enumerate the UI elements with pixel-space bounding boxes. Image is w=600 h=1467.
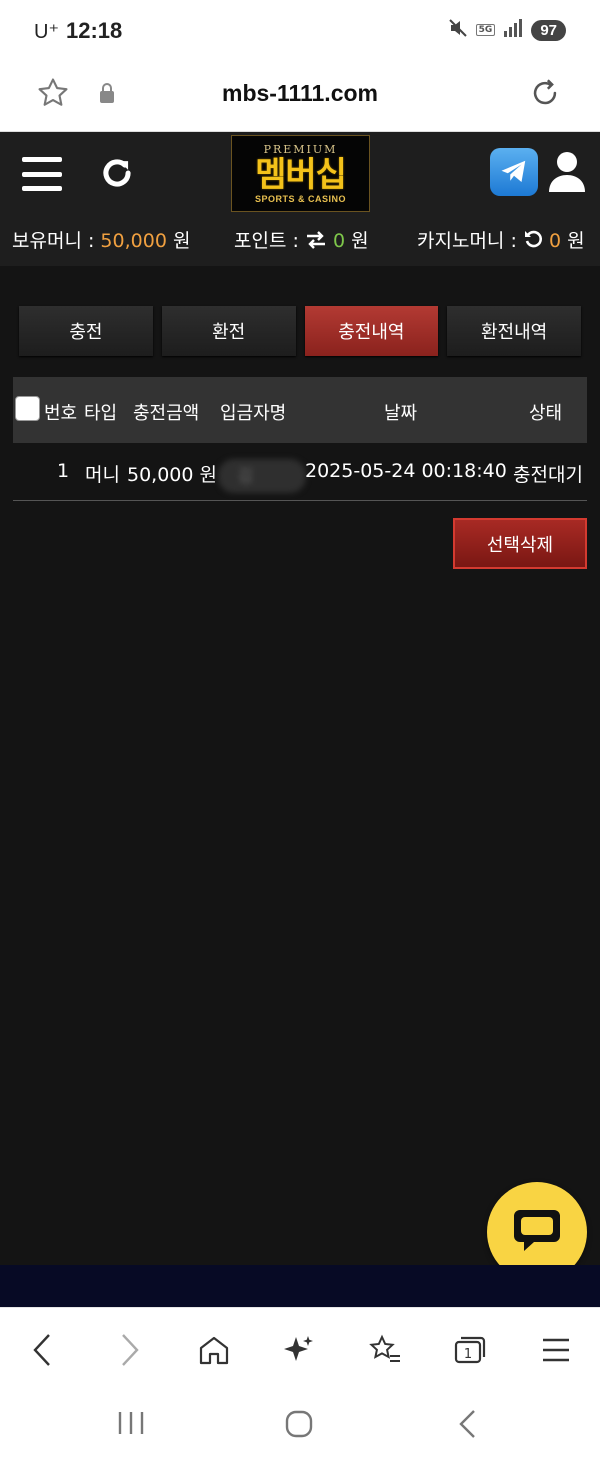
tab-withdraw-history[interactable]: 환전내역 — [447, 306, 581, 356]
col-status: 상태 — [529, 403, 563, 424]
carrier-label: U⁺ — [34, 21, 59, 43]
tab-deposit-history[interactable]: 충전내역 — [304, 306, 439, 356]
col-number: 번호 — [44, 403, 78, 424]
user-icon[interactable] — [547, 150, 587, 198]
signal-icon — [503, 19, 523, 41]
select-all-checkbox[interactable] — [15, 396, 40, 421]
casino-label: 카지노머니 : — [417, 230, 517, 252]
sparkle-icon[interactable] — [279, 1330, 319, 1370]
row-status: 충전대기 — [513, 464, 583, 486]
table-header: 번호 타입 충전금액 입금자명 날짜 상태 — [13, 377, 587, 443]
site-content: PREMIUM 멤버십 SPORTS & CASINO 보유머니 : 50,00… — [0, 132, 600, 1307]
row-date: 2025-05-24 00:18:40 — [305, 460, 507, 482]
logo-sub-text: SPORTS & CASINO — [254, 194, 346, 204]
url-text[interactable]: mbs-1111.com — [0, 80, 600, 107]
chat-bubble-icon — [512, 1206, 562, 1258]
tab-withdraw[interactable]: 환전 — [161, 306, 296, 356]
home-icon[interactable] — [194, 1330, 234, 1370]
casino-unit: 원 — [567, 230, 585, 252]
point-balance: 포인트 : 0 원 — [234, 226, 369, 253]
telegram-icon[interactable] — [490, 148, 538, 196]
casino-value: 0 — [548, 230, 562, 252]
col-depositor: 입금자명 — [220, 403, 287, 424]
back-icon[interactable] — [22, 1330, 62, 1370]
network-badge: 5G — [475, 24, 496, 36]
tabs-icon[interactable]: 1 — [450, 1330, 490, 1370]
tab-deposit[interactable]: 충전 — [19, 306, 153, 356]
casino-balance: 카지노머니 : 0 원 — [417, 226, 585, 253]
forward-icon[interactable] — [110, 1330, 150, 1370]
balance-row: 보유머니 : 50,000 원 포인트 : 0 원 카지노머니 : 0 원 — [0, 226, 600, 256]
row-type: 머니 — [85, 464, 120, 486]
point-transfer-icon[interactable] — [305, 230, 327, 252]
row-number: 1 — [57, 460, 70, 482]
footer-strip — [0, 1265, 600, 1307]
point-label: 포인트 : — [234, 230, 299, 252]
menu-lines-icon[interactable] — [536, 1330, 576, 1370]
status-icons: 5G 97 — [448, 18, 566, 42]
site-logo[interactable]: PREMIUM 멤버십 SPORTS & CASINO — [231, 135, 370, 212]
row-depositor: 김 — [218, 459, 306, 493]
menu-icon[interactable] — [22, 157, 62, 191]
status-bar: U⁺ 12:18 5G 97 — [0, 0, 600, 62]
mute-icon — [448, 18, 468, 42]
refresh-icon[interactable] — [98, 154, 136, 196]
bookmarks-icon[interactable] — [365, 1330, 405, 1370]
money-balance: 보유머니 : 50,000 원 — [12, 226, 190, 253]
point-value: 0 — [332, 230, 346, 252]
row-amount: 50,000 원 — [127, 464, 218, 486]
home-button-icon[interactable] — [284, 1409, 314, 1443]
tab-bar: 충전 환전 충전내역 환전내역 — [19, 306, 581, 356]
delete-selected-button[interactable]: 선택삭제 — [453, 518, 587, 569]
system-back-icon[interactable] — [456, 1409, 478, 1443]
table-row[interactable]: 1 머니 50,000 원 김 2025-05-24 00:18:40 충전대기 — [13, 443, 587, 501]
svg-text:1: 1 — [464, 1347, 472, 1362]
col-date: 날짜 — [384, 403, 418, 424]
battery-badge: 97 — [531, 19, 566, 41]
clock: 12:18 — [66, 18, 123, 43]
col-type: 타입 — [84, 403, 118, 424]
point-unit: 원 — [351, 230, 369, 252]
system-nav-bar — [0, 1389, 600, 1467]
col-amount: 충전금액 — [133, 403, 200, 424]
site-header: PREMIUM 멤버십 SPORTS & CASINO 보유머니 : 50,00… — [0, 132, 600, 266]
casino-refresh-icon[interactable] — [523, 230, 543, 252]
logo-main-text: 멤버십 — [255, 155, 347, 195]
browser-url-bar: mbs-1111.com — [0, 62, 600, 132]
browser-toolbar: 1 — [0, 1307, 600, 1389]
reload-icon[interactable] — [528, 76, 562, 114]
money-label: 보유머니 : — [12, 230, 95, 252]
money-unit: 원 — [172, 230, 191, 252]
money-value: 50,000 — [100, 230, 167, 252]
recent-apps-icon[interactable] — [116, 1409, 146, 1441]
